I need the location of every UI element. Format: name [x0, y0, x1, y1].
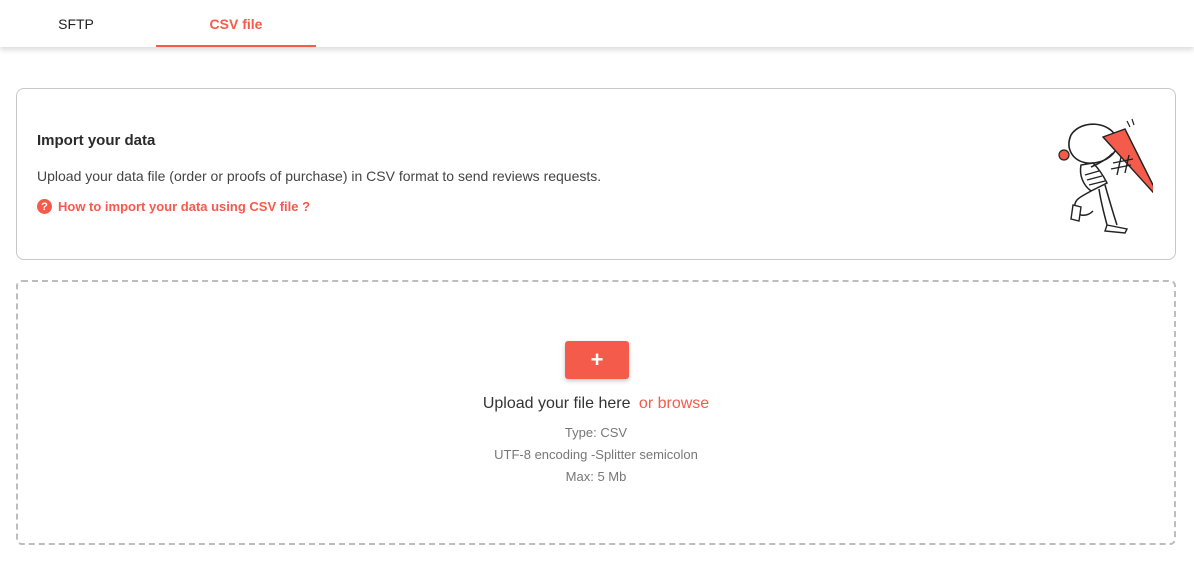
upload-prompt-line: Upload your file here or browse [18, 395, 1174, 413]
file-type-note: Type: CSV [564, 425, 628, 440]
question-circle-icon: ? [37, 199, 52, 214]
add-file-button[interactable]: + [565, 341, 629, 379]
encoding-note: UTF-8 encoding -Splitter semicolon [494, 447, 698, 462]
tab-sftp-label: SFTP [58, 15, 94, 32]
browse-link[interactable]: or browse [639, 395, 709, 412]
max-size-note: Max: 5 Mb [565, 469, 627, 484]
csv-help-link-label: How to import your data using CSV file ? [58, 199, 311, 214]
tab-sftp[interactable]: SFTP [0, 0, 156, 47]
import-title: Import your data [37, 132, 156, 149]
file-dropzone[interactable]: + Upload your file here or browse Type: … [16, 280, 1176, 545]
person-carrying-hashtag-illustration [1058, 118, 1153, 234]
import-description: Upload your data file (order or proofs o… [37, 168, 602, 184]
active-tab-indicator [156, 45, 316, 47]
csv-help-link[interactable]: ? How to import your data using CSV file… [37, 199, 310, 214]
tab-bar: SFTP CSV file [0, 0, 1194, 47]
upload-prompt: Upload your file here [482, 395, 631, 412]
tab-csv-file-label: CSV file [209, 15, 263, 32]
import-info-card: Import your data Upload your data file (… [16, 88, 1176, 260]
tab-csv-file[interactable]: CSV file [156, 0, 316, 47]
